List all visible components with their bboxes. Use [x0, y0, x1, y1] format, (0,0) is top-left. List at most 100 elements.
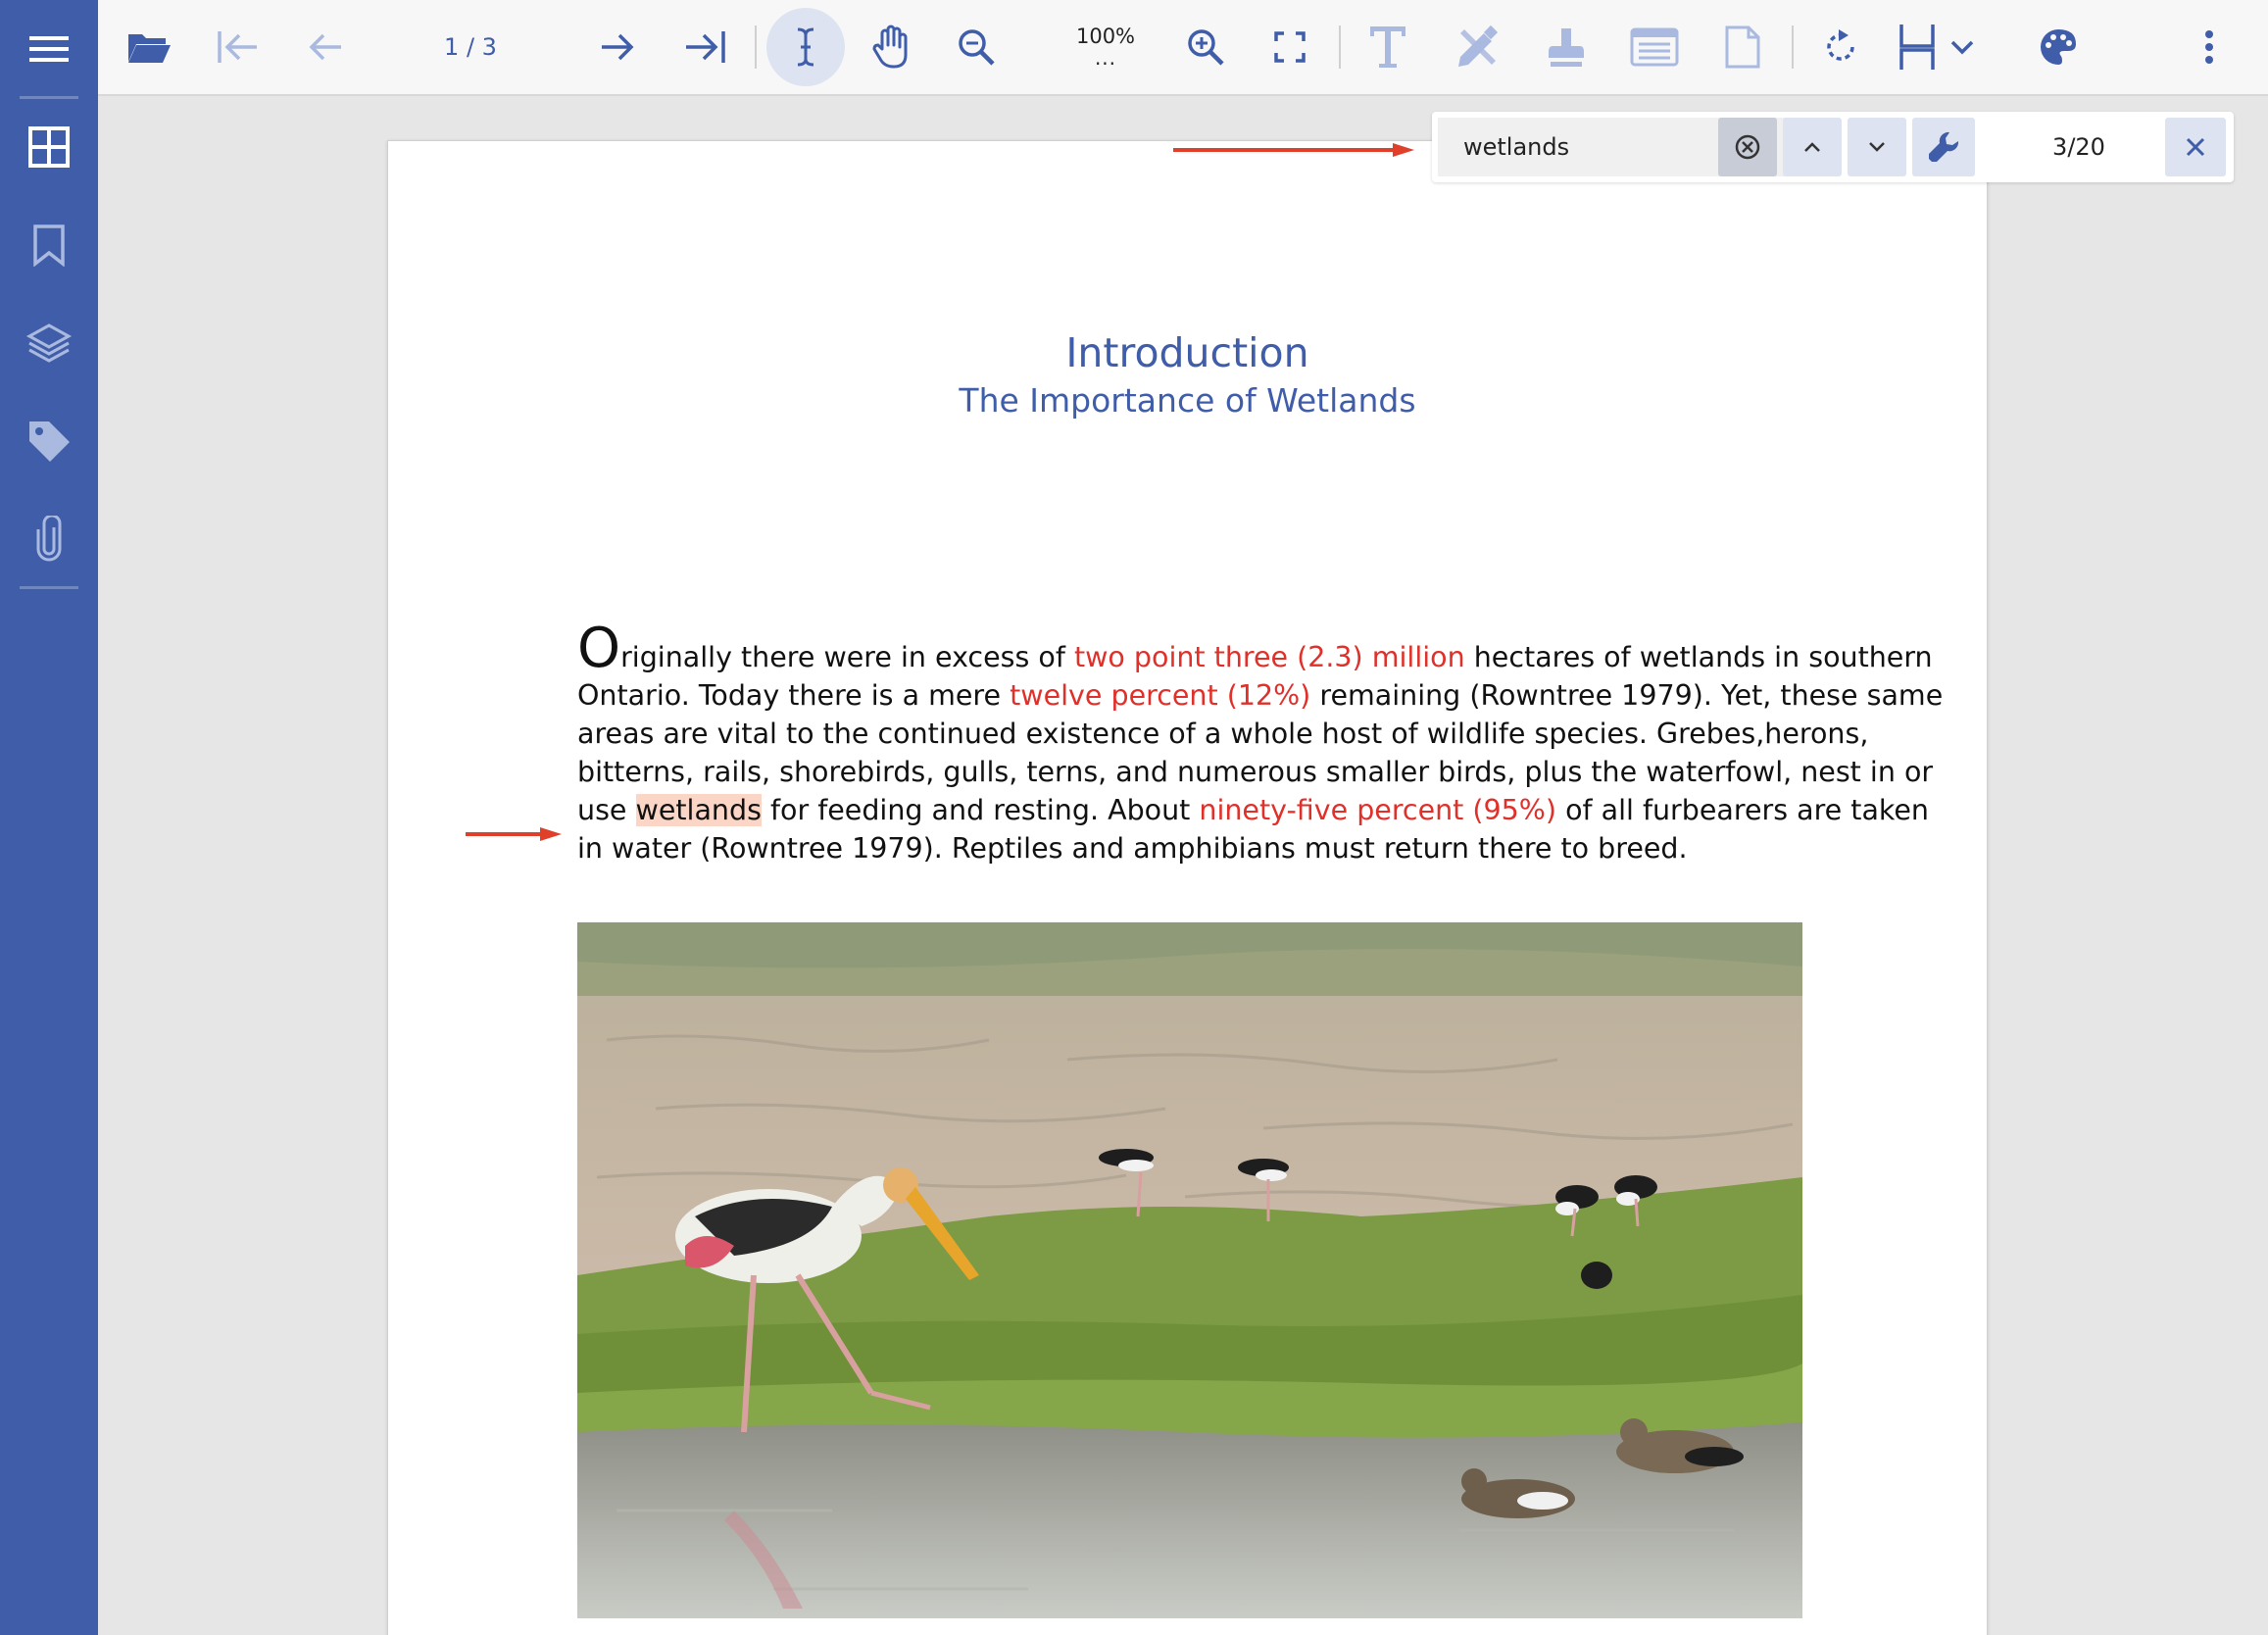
menu-icon: [29, 36, 69, 62]
red-text-run: twelve percent (12%): [1010, 679, 1311, 712]
sidebar-item-bookmarks[interactable]: [0, 196, 98, 294]
page-number-text: 1 / 3: [444, 33, 497, 61]
main-toolbar: 1 / 3 100% ...: [98, 0, 2268, 96]
previous-page-icon: [309, 33, 341, 61]
rotate-button[interactable]: [1809, 8, 1872, 86]
edit-annotation-tool[interactable]: [1447, 8, 1509, 86]
search-options-icon: [1929, 131, 1959, 162]
layers-icon: [25, 323, 73, 363]
theme-button[interactable]: [2027, 8, 2090, 86]
zoom-in-button[interactable]: [1174, 8, 1237, 86]
previous-match-icon: [1804, 142, 1820, 152]
text-select-icon: [797, 27, 814, 67]
stamp-icon: [1549, 28, 1584, 67]
text-run: remaining (Rowntree 1979). Yet, these sa…: [1310, 679, 1944, 712]
text-select-tool[interactable]: [766, 8, 845, 86]
paragraph-line: bitterns, rails, shorebirds, gulls, tern…: [577, 756, 1934, 788]
zoom-out-icon: [959, 29, 995, 66]
text-annotation-icon: [1370, 26, 1405, 68]
thumbnails-icon: [28, 126, 70, 168]
text-run: of all furbearers are taken: [1556, 794, 1929, 826]
search-options-button[interactable]: [1912, 118, 1975, 176]
bookmark-icon: [33, 224, 65, 267]
zoom-more-text: ...: [1094, 46, 1117, 70]
annotation-arrow-icon: [466, 827, 562, 841]
paragraph-line: Ontario. Today there is a mere twelve pe…: [577, 676, 1943, 715]
pan-hand-icon: [872, 25, 908, 69]
next-match-icon: [1869, 142, 1885, 152]
pan-tool[interactable]: [863, 8, 925, 86]
text-run: Ontario. Today there is a mere: [577, 679, 1011, 712]
drop-cap: O: [577, 617, 621, 680]
intro-paragraph: Originally there were in excess of two p…: [577, 621, 1943, 867]
search-match-highlight: wetlands: [635, 794, 762, 826]
close-find-icon: [2186, 137, 2205, 157]
more-options-button[interactable]: [2178, 8, 2241, 86]
text-annotation-tool[interactable]: [1356, 8, 1419, 86]
open-file-icon: [128, 34, 171, 63]
first-page-button[interactable]: [206, 8, 269, 86]
paragraph-line: in water (Rowntree 1979). Reptiles and a…: [577, 832, 1688, 865]
toolbar-divider: [1792, 25, 1794, 69]
next-match-button[interactable]: [1848, 118, 1906, 176]
match-count: 3/20: [2052, 133, 2105, 161]
open-file-button[interactable]: [118, 8, 180, 86]
theme-palette-icon: [2041, 29, 2076, 65]
sidebar-divider: [20, 586, 78, 589]
zoom-level-text: 100%: [1075, 25, 1136, 48]
left-sidebar: [0, 0, 98, 1635]
layout-icon: [1899, 25, 1935, 70]
last-page-icon: [686, 31, 725, 63]
page-organize-tool[interactable]: [1711, 8, 1774, 86]
sidebar-item-layers[interactable]: [0, 294, 98, 392]
annotation-arrow-icon: [1173, 143, 1414, 157]
red-text-run: ninety-five percent (95%): [1199, 794, 1557, 826]
wetland-birds-photo: [577, 922, 1802, 1618]
paragraph-line: Originally there were in excess of two p…: [577, 621, 1933, 676]
zoom-out-button[interactable]: [945, 8, 1008, 86]
document-page[interactable]: Introduction The Importance of Wetlands …: [387, 140, 1988, 1635]
first-page-icon: [218, 31, 257, 63]
last-page-button[interactable]: [674, 8, 737, 86]
tag-icon: [29, 421, 70, 462]
zoom-level-dropdown[interactable]: 100% ...: [1047, 8, 1164, 86]
document-title: Introduction: [1065, 329, 1309, 376]
sidebar-item-attachments[interactable]: [0, 490, 98, 588]
more-vertical-icon: [2205, 30, 2213, 64]
layout-dropdown[interactable]: [1943, 8, 1982, 86]
find-bar: 3/20: [1432, 112, 2234, 182]
toolbar-divider: [1339, 25, 1341, 69]
paragraph-line: areas are vital to the continued existen…: [577, 718, 1869, 750]
fit-page-icon: [1274, 31, 1306, 63]
chevron-down-icon: [1950, 40, 1974, 55]
next-page-icon: [602, 33, 634, 61]
rotate-icon: [1827, 29, 1854, 61]
sidebar-item-thumbnails[interactable]: [0, 98, 98, 196]
document-viewport[interactable]: Introduction The Importance of Wetlands …: [98, 96, 2268, 1635]
edit-annotation-icon: [1458, 25, 1499, 67]
previous-match-button[interactable]: [1783, 118, 1842, 176]
paragraph-line: use wetlands for feeding and resting. Ab…: [577, 791, 1929, 829]
form-field-tool[interactable]: [1623, 8, 1686, 86]
text-run: riginally there were in excess of: [620, 641, 1074, 673]
clear-search-icon: [1735, 134, 1760, 160]
document-subtitle: The Importance of Wetlands: [959, 381, 1416, 420]
zoom-in-icon: [1188, 29, 1224, 66]
text-run: for feeding and resting. About: [761, 794, 1200, 826]
attachment-icon: [36, 516, 62, 562]
form-field-icon: [1630, 27, 1679, 67]
clear-search-button[interactable]: [1718, 118, 1777, 176]
previous-page-button[interactable]: [294, 8, 357, 86]
sidebar-item-tags[interactable]: [0, 392, 98, 490]
next-page-button[interactable]: [586, 8, 649, 86]
text-run: hectares of wetlands in southern: [1464, 641, 1933, 673]
fit-page-button[interactable]: [1258, 8, 1321, 86]
toolbar-divider: [755, 25, 757, 69]
stamp-tool[interactable]: [1535, 8, 1598, 86]
page-indicator[interactable]: 1 / 3: [412, 8, 529, 86]
layout-button[interactable]: [1886, 8, 1948, 86]
red-text-run: two point three (2.3) million: [1073, 641, 1465, 673]
page-icon: [1725, 25, 1760, 69]
close-find-button[interactable]: [2165, 118, 2226, 176]
menu-button[interactable]: [0, 0, 98, 98]
